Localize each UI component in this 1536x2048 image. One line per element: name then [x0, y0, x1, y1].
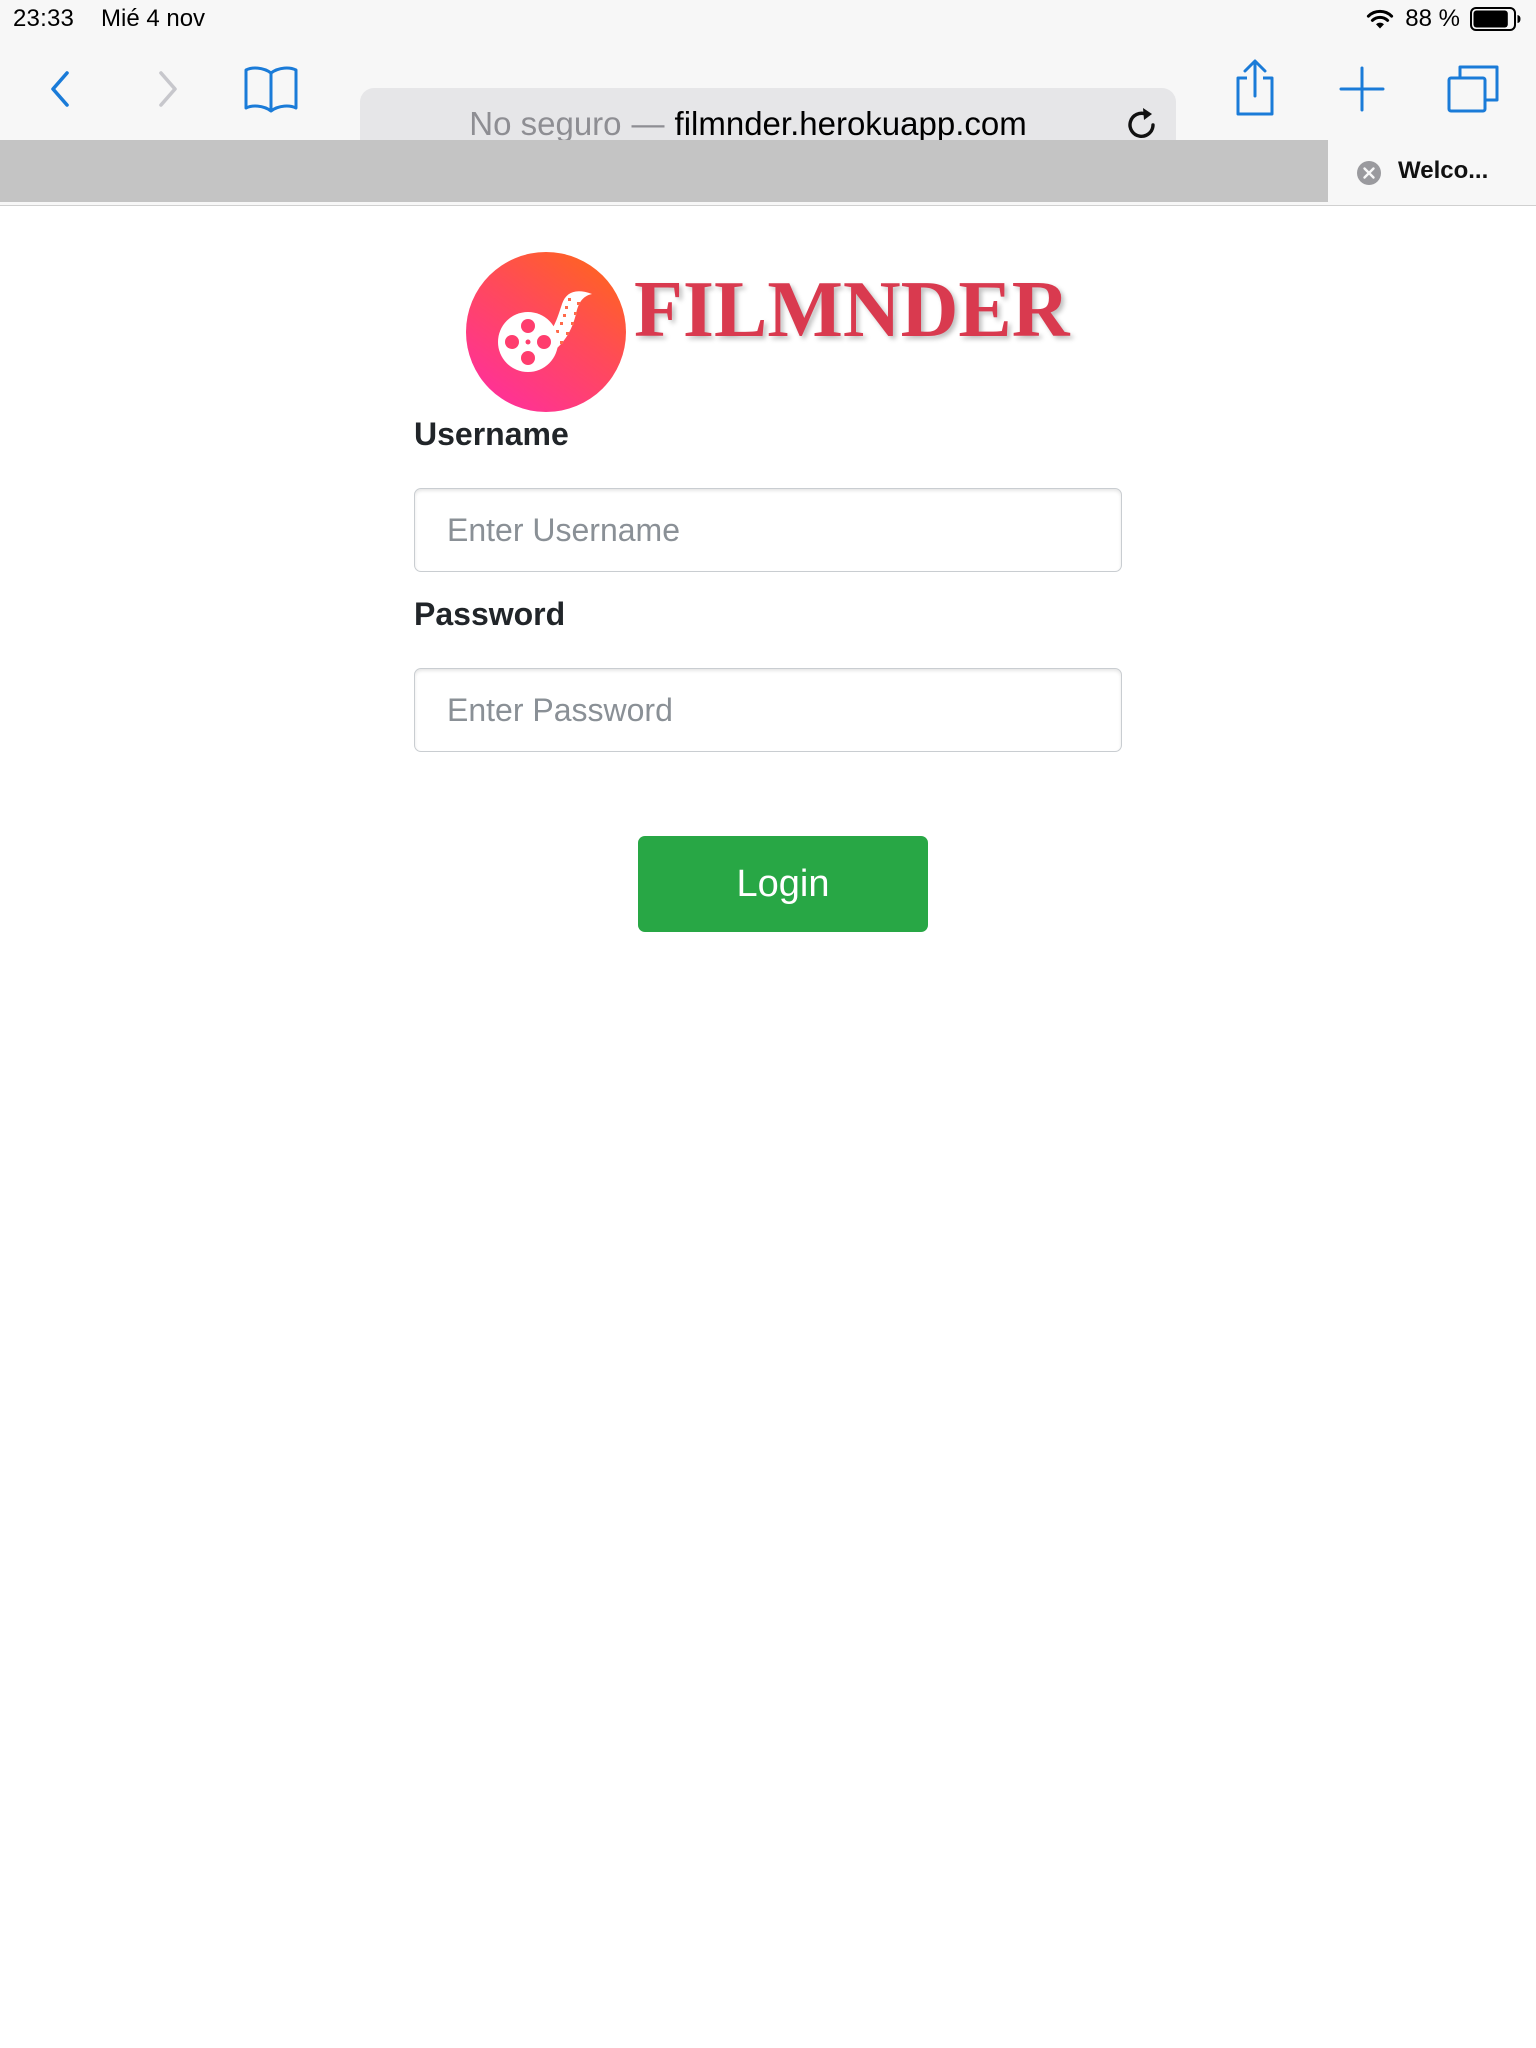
- back-button[interactable]: [38, 64, 82, 114]
- password-label: Password: [414, 596, 566, 632]
- web-page: FILMNDER Username Password Login: [0, 206, 1536, 2048]
- status-date: Mié 4 nov: [101, 5, 206, 32]
- wifi-icon: [1367, 9, 1394, 29]
- new-tab-button[interactable]: [1336, 60, 1388, 118]
- brand-name: FILMNDER: [634, 266, 1070, 354]
- reload-button[interactable]: [1122, 104, 1162, 144]
- username-input[interactable]: [414, 488, 1122, 572]
- share-button[interactable]: [1228, 54, 1282, 122]
- tabs-overview-button[interactable]: [1442, 60, 1504, 118]
- status-bar: 23:33 Mié 4 nov 88 %: [0, 0, 1536, 40]
- battery-percent: 88 %: [1405, 5, 1460, 32]
- chevron-left-icon: [51, 71, 69, 107]
- security-label: No seguro: [469, 105, 622, 142]
- tab-title: Welco...: [1398, 157, 1489, 184]
- plus-icon: [1339, 66, 1385, 112]
- browser-toolbar: No seguro — filmnder.herokuapp.com: [0, 40, 1536, 160]
- tab-strip: Welco...: [0, 140, 1536, 206]
- username-label: Username: [414, 416, 569, 452]
- share-icon: [1236, 59, 1274, 116]
- status-time: 23:33: [13, 5, 75, 32]
- close-tab-icon[interactable]: [1356, 160, 1382, 186]
- address-separator: —: [631, 105, 665, 142]
- reload-icon: [1128, 108, 1155, 138]
- bookmarks-button[interactable]: [240, 60, 302, 118]
- tab-strip-empty-area[interactable]: [0, 140, 1328, 202]
- tab-welcome[interactable]: Welco...: [1336, 140, 1536, 205]
- book-icon: [244, 66, 298, 113]
- chevron-right-icon: [159, 71, 177, 107]
- forward-button[interactable]: [146, 64, 190, 114]
- address-domain: filmnder.herokuapp.com: [674, 105, 1027, 142]
- status-indicators: 88 %: [1365, 4, 1522, 34]
- tabs-icon: [1447, 65, 1499, 113]
- battery-icon: [1470, 7, 1521, 31]
- password-input[interactable]: [414, 668, 1122, 752]
- login-button[interactable]: Login: [638, 836, 928, 932]
- film-reel-icon: [498, 291, 592, 372]
- filmnder-logo: [466, 252, 626, 412]
